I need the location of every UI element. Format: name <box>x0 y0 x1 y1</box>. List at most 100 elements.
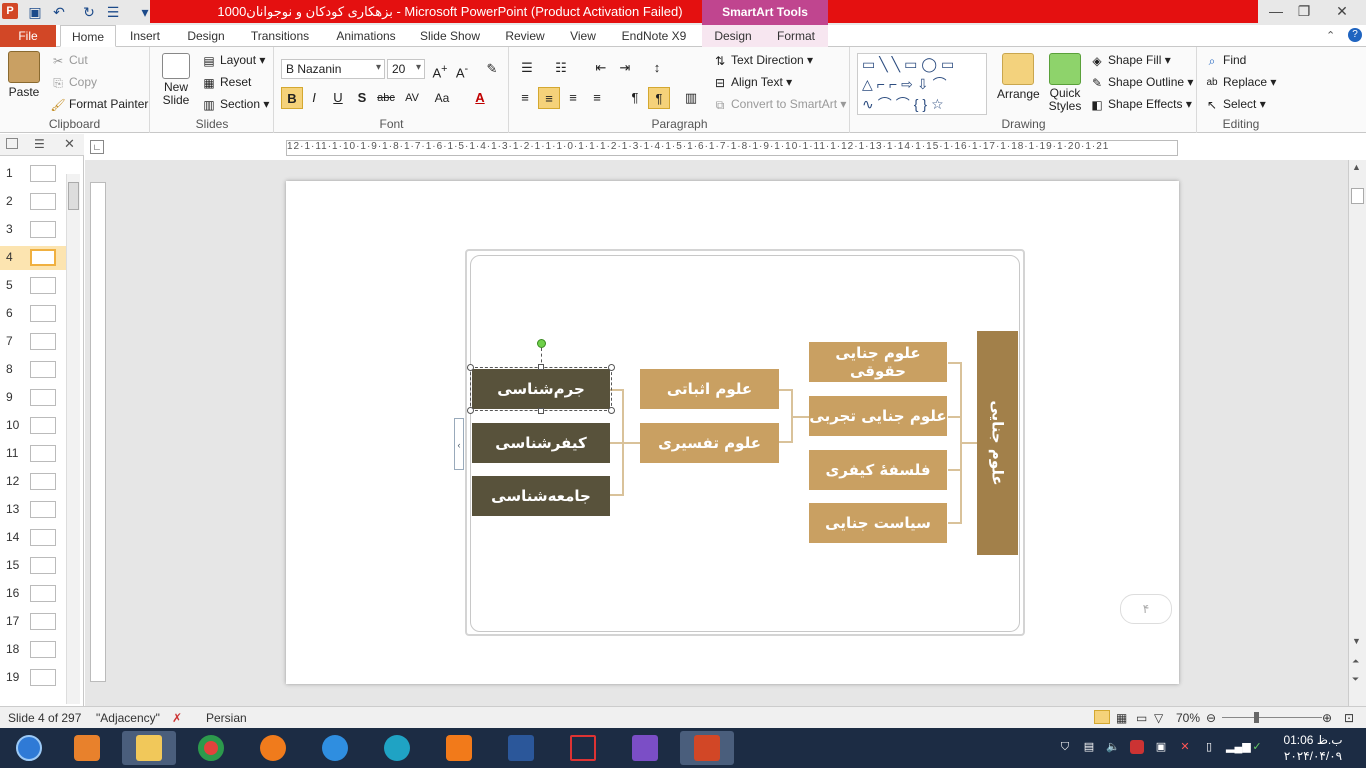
section-button[interactable]: ▥ Section ▾ <box>201 97 269 113</box>
new-slide-button[interactable]: New Slide <box>157 53 195 107</box>
tab-file[interactable]: File <box>0 25 56 47</box>
shadow-icon[interactable]: S <box>351 87 373 109</box>
customize-qat-icon[interactable]: ☰ <box>104 3 122 21</box>
align-center-icon[interactable]: ≡ <box>538 87 560 109</box>
align-right-icon[interactable]: ≡ <box>562 87 584 109</box>
strikethrough-icon[interactable]: abc <box>375 87 397 109</box>
zoom-slider[interactable] <box>1222 717 1322 718</box>
theme-name[interactable]: "Adjacency" <box>96 711 160 725</box>
slides-view-icon[interactable] <box>6 138 18 149</box>
smartart-node[interactable]: علوم جنایی تجربی <box>809 396 947 436</box>
fit-slide-icon[interactable]: ⊡ <box>1344 711 1354 725</box>
resize-handle[interactable] <box>467 364 474 371</box>
system-clock[interactable]: 01:06 ب.ظ ۲۰۲۴/۰۴/۰۹ <box>1278 732 1348 764</box>
smartart-node[interactable]: علوم تفسیری <box>640 423 779 463</box>
slide-thumbnail[interactable]: 13 <box>0 498 68 522</box>
tray-shield-icon[interactable]: ⛉ <box>1058 740 1072 754</box>
text-pane-toggle-icon[interactable]: ‹ <box>454 418 464 470</box>
numbering-icon[interactable]: ☷ <box>550 57 572 79</box>
smartart-node[interactable]: سیاست جنایی <box>809 503 947 543</box>
increase-indent-icon[interactable]: ⇥ <box>614 57 636 79</box>
zoom-slider-thumb[interactable] <box>1254 712 1259 723</box>
tray-check-icon[interactable]: ✓ <box>1250 740 1264 754</box>
italic-icon[interactable]: I <box>303 87 325 109</box>
volume-icon[interactable]: 🔈 <box>1106 740 1120 754</box>
smartart-node[interactable]: فلسفهٔ کیفری <box>809 450 947 490</box>
tray-app-icon[interactable] <box>1130 740 1144 754</box>
tab-animations[interactable]: Animations <box>330 25 402 47</box>
rtl-icon[interactable]: ¶ <box>648 87 670 109</box>
taskbar-word[interactable] <box>494 731 548 765</box>
decrease-indent-icon[interactable]: ⇤ <box>590 57 612 79</box>
slide-thumbnail[interactable]: 18 <box>0 638 68 662</box>
slide-thumbnail[interactable]: 8 <box>0 358 68 382</box>
taskbar-app[interactable] <box>556 731 610 765</box>
signal-icon[interactable]: ▂▄▆ <box>1226 740 1251 754</box>
tab-endnote[interactable]: EndNote X9 <box>614 25 694 47</box>
tab-review[interactable]: Review <box>500 25 550 47</box>
font-color-icon[interactable]: A <box>469 87 491 109</box>
align-left-icon[interactable]: ≡ <box>514 87 536 109</box>
columns-icon[interactable]: ▥ <box>680 87 702 109</box>
language-indicator[interactable]: Persian <box>206 711 247 725</box>
font-name-combo[interactable]: B Nazanin <box>281 59 385 79</box>
change-case-icon[interactable]: Aa <box>431 87 453 109</box>
find-button[interactable]: ⌕ Find <box>1204 53 1247 69</box>
scroll-thumb[interactable] <box>1351 188 1364 204</box>
next-slide-icon[interactable]: ⏷ <box>1352 674 1359 685</box>
slide-thumbnail[interactable]: 15 <box>0 554 68 578</box>
taskbar-visual-studio[interactable] <box>618 731 672 765</box>
redo-icon[interactable]: ↻ <box>80 3 98 21</box>
slideshow-icon[interactable]: ▽ <box>1154 711 1163 725</box>
slide-thumbnail[interactable]: 5 <box>0 274 68 298</box>
tray-device-icon[interactable]: ▯ <box>1202 740 1216 754</box>
slide-thumbnail[interactable]: 4 <box>0 246 68 270</box>
resize-handle[interactable] <box>608 407 615 414</box>
tray-warning-icon[interactable]: ✕ <box>1178 740 1192 754</box>
scroll-down-icon[interactable]: ▼ <box>1352 636 1361 646</box>
grow-font-icon[interactable]: A+ <box>429 58 451 80</box>
clear-formatting-icon[interactable]: ✎ <box>481 58 503 80</box>
zoom-in-icon[interactable]: ⊕ <box>1322 711 1332 725</box>
line-spacing-icon[interactable]: ↕ <box>646 57 668 79</box>
taskbar-explorer[interactable] <box>122 731 176 765</box>
previous-slide-icon[interactable]: ⏶ <box>1352 656 1359 667</box>
tab-insert[interactable]: Insert <box>122 25 168 47</box>
underline-icon[interactable]: U <box>327 87 349 109</box>
char-spacing-icon[interactable]: AV <box>401 87 423 109</box>
quick-styles-button[interactable]: Quick Styles <box>1045 53 1085 113</box>
smartart-node-root[interactable]: علوم جنایی <box>977 331 1018 555</box>
taskbar-media-player[interactable] <box>60 731 114 765</box>
tab-selector-icon[interactable]: ∟ <box>90 140 104 154</box>
resize-handle[interactable] <box>467 407 474 414</box>
minimize-ribbon-icon[interactable]: ⌃ <box>1326 29 1335 42</box>
restore-icon[interactable]: ❐ <box>1290 1 1318 21</box>
outline-view-icon[interactable]: ☰ <box>34 137 45 151</box>
vertical-scrollbar[interactable]: ▲ ▼ ⏶ ⏷ <box>1348 160 1366 706</box>
tab-slide-show[interactable]: Slide Show <box>414 25 486 47</box>
smartart-node[interactable]: جامعه‌شناسی <box>472 476 610 516</box>
rotate-handle[interactable] <box>537 339 546 348</box>
shrink-font-icon[interactable]: A- <box>451 58 473 80</box>
convert-smartart-button[interactable]: ⧉ Convert to SmartArt ▾ <box>712 97 847 113</box>
slide-thumbnail[interactable]: 7 <box>0 330 68 354</box>
taskbar-pdf[interactable] <box>432 731 486 765</box>
format-painter-button[interactable]: 🖌 Format Painter <box>50 97 148 113</box>
taskbar-ie[interactable] <box>308 731 362 765</box>
spellcheck-icon[interactable]: ✗ <box>172 711 182 725</box>
resize-handle[interactable] <box>608 364 615 371</box>
reset-button[interactable]: ▦ Reset <box>201 75 251 91</box>
save-icon[interactable]: ▣ <box>26 3 44 21</box>
tab-view[interactable]: View <box>562 25 604 47</box>
tab-smartart-format[interactable]: Format <box>764 25 828 47</box>
taskbar-chrome[interactable] <box>184 731 238 765</box>
undo-icon[interactable]: ↶ <box>50 3 68 21</box>
slide-thumbnail[interactable]: 6 <box>0 302 68 326</box>
arrange-button[interactable]: Arrange <box>997 53 1040 101</box>
resize-handle[interactable] <box>538 408 544 414</box>
tab-design[interactable]: Design <box>180 25 232 47</box>
smartart-node-selected[interactable]: جرم‌شناسی <box>470 367 612 411</box>
cut-button[interactable]: ✂ Cut <box>50 53 88 69</box>
slide-thumbnail[interactable]: 11 <box>0 442 68 466</box>
slide-thumbnail[interactable]: 12 <box>0 470 68 494</box>
